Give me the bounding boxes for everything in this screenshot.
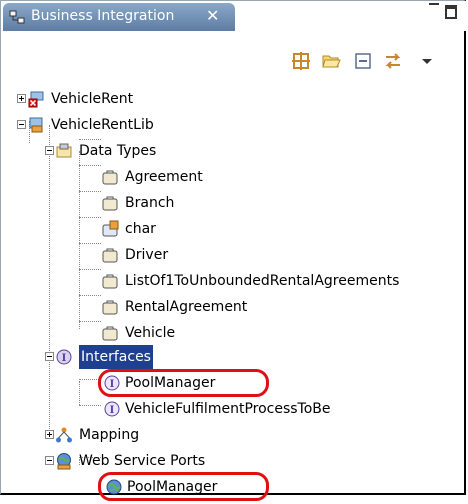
tree-item-data-type[interactable]: Agreement [1, 165, 467, 189]
data-types-folder-icon [55, 142, 73, 160]
tree-item-data-type[interactable]: RentalAgreement [1, 295, 467, 319]
grid-icon[interactable] [291, 51, 311, 71]
mapping-icon [55, 426, 73, 444]
collapse-icon[interactable] [45, 456, 54, 465]
business-integration-icon [9, 9, 25, 25]
view-toolbar [281, 51, 466, 75]
project-error-icon [27, 90, 45, 108]
minimize-icon[interactable] [429, 3, 439, 7]
tree-item-label: ListOf1ToUnboundedRentalAgreements [125, 273, 400, 289]
view-tab[interactable]: Business Integration ✕ [3, 3, 235, 31]
tree-item-data-type[interactable]: char [1, 217, 467, 241]
collapse-icon[interactable] [45, 146, 54, 155]
tree-item-label: Driver [125, 247, 169, 263]
library-icon [27, 116, 45, 134]
close-icon[interactable]: ✕ [206, 6, 219, 25]
interfaces-folder-icon: I [55, 348, 73, 366]
tree-item-label: RentalAgreement [125, 299, 248, 315]
link-editor-icon[interactable] [383, 51, 403, 71]
tree-item-data-type[interactable]: Driver [1, 243, 467, 267]
view-title: Business Integration [31, 8, 175, 24]
maximize-icon[interactable] [445, 5, 457, 19]
tree-item-data-type[interactable]: Branch [1, 191, 467, 215]
tree-item-mapping[interactable]: Mapping [1, 423, 467, 447]
tree-item-data-type[interactable]: Vehicle [1, 321, 467, 345]
interface-icon: I [103, 400, 121, 418]
tree-item-interface[interactable]: I VehicleFulfilmentProcessToBe [1, 397, 467, 421]
collapse-icon[interactable] [45, 352, 54, 361]
tree-item-label: Branch [125, 195, 175, 211]
svg-text:I: I [110, 405, 115, 416]
tree-item-label: Web Service Ports [79, 453, 206, 469]
tree-item-label: Data Types [79, 143, 157, 159]
view-title-bar: Business Integration ✕ [1, 1, 467, 31]
tree-item-label: VehicleRent [51, 91, 134, 107]
svg-text:I: I [62, 353, 67, 364]
tree-item-vehiclerentlib[interactable]: VehicleRentLib [1, 113, 467, 137]
business-object-icon [101, 298, 119, 316]
tree-item-interfaces[interactable]: I Interfaces [1, 345, 467, 369]
tree-item-label: char [125, 221, 156, 237]
expand-icon[interactable] [17, 94, 26, 103]
expand-icon[interactable] [45, 430, 54, 439]
business-object-icon [101, 324, 119, 342]
tree-item-label: Mapping [79, 427, 140, 443]
open-folder-icon[interactable] [321, 51, 341, 71]
tree-item-label: VehicleFulfilmentProcessToBe [125, 401, 331, 417]
collapse-all-icon[interactable] [353, 51, 373, 71]
tree-item-data-types[interactable]: Data Types [1, 139, 467, 163]
tree-item-vehiclerent[interactable]: VehicleRent [1, 87, 467, 111]
tree-item-label: VehicleRentLib [51, 117, 154, 133]
tree-item-web-service-ports[interactable]: Web Service Ports [1, 449, 467, 473]
tree-item-data-type[interactable]: ListOf1ToUnboundedRentalAgreements [1, 269, 467, 293]
business-object-icon [101, 246, 119, 264]
business-integration-view: Business Integration ✕ VehicleRent Vehic… [0, 0, 467, 501]
web-service-folder-icon [55, 452, 73, 470]
collapse-icon[interactable] [17, 120, 26, 129]
tree-item-label: Agreement [125, 169, 203, 185]
view-menu-icon[interactable] [417, 51, 437, 71]
tree-item-label: Interfaces [79, 345, 153, 369]
highlight-annotation [98, 369, 269, 397]
business-object-icon [101, 194, 119, 212]
tree-item-label: Vehicle [125, 325, 176, 341]
business-object-icon [101, 168, 119, 186]
simple-type-icon [101, 220, 119, 238]
business-object-icon [101, 272, 119, 290]
